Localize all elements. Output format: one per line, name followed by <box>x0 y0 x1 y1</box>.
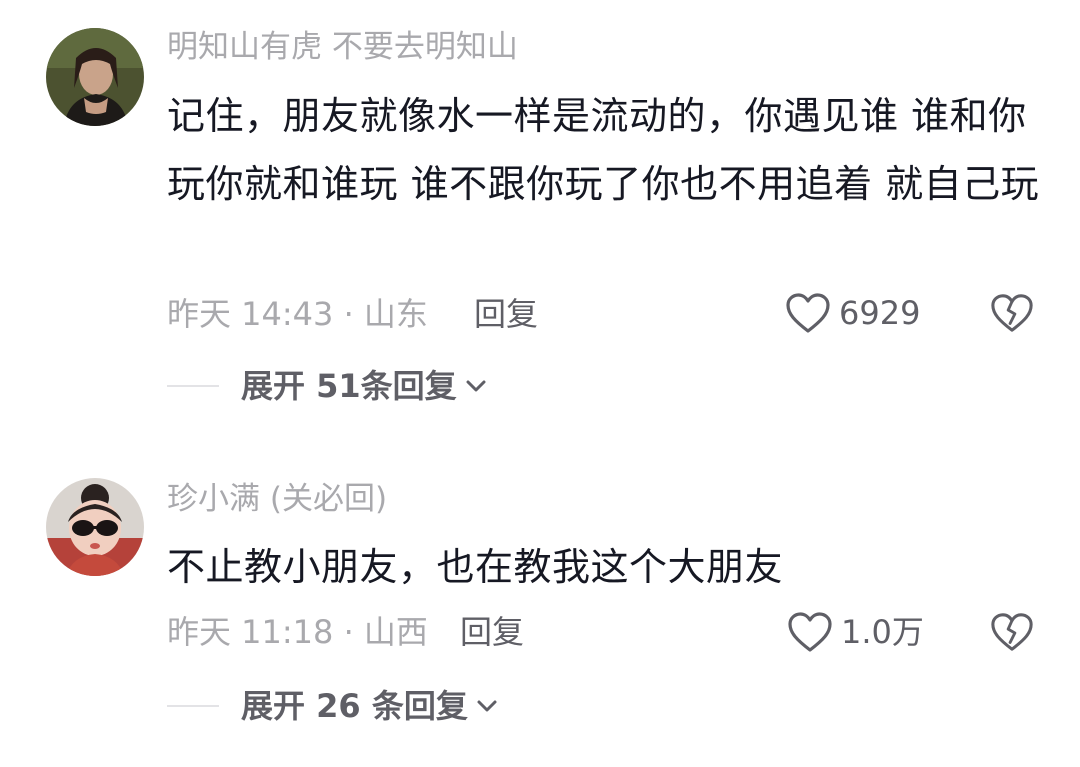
avatar-image <box>46 478 144 576</box>
broken-heart-icon <box>991 613 1033 651</box>
comment-text: 记住，朋友就像水一样是流动的，你遇见谁 谁和你玩你就和谁玩 谁不跟你玩了你也不用… <box>167 94 1040 206</box>
avatar[interactable] <box>46 478 144 576</box>
comment-username[interactable]: 珍小满 (关必回) <box>167 484 387 515</box>
reply-button[interactable]: 回复 <box>474 298 538 330</box>
chevron-down-icon <box>476 699 498 713</box>
heart-outline-icon <box>786 293 830 333</box>
divider-line <box>167 705 219 707</box>
comment-meta: 昨天 11:18 · 山西 <box>167 613 428 651</box>
avatar-image <box>46 28 144 126</box>
comment-username[interactable]: 明知山有虎 不要去明知山 <box>167 32 518 63</box>
comment-text: 不止教小朋友，也在教我这个大朋友 <box>167 545 784 589</box>
divider-line <box>167 385 219 387</box>
like-button[interactable]: 1.0万 <box>787 611 924 653</box>
expand-replies-button[interactable]: 展开 26 条回复 <box>167 690 498 722</box>
like-count: 1.0万 <box>841 613 924 651</box>
dislike-button[interactable] <box>990 292 1034 334</box>
like-button[interactable]: 6929 <box>785 292 920 334</box>
expand-replies-label: 展开 51条回复 <box>241 367 457 405</box>
reply-button[interactable]: 回复 <box>460 616 524 648</box>
avatar[interactable] <box>46 28 144 126</box>
broken-heart-icon <box>991 294 1033 332</box>
expand-replies-label: 展开 26 条回复 <box>241 687 468 725</box>
like-count: 6929 <box>839 294 921 332</box>
expand-replies-button[interactable]: 展开 51条回复 <box>167 370 487 402</box>
chevron-down-icon <box>465 379 487 393</box>
dislike-button[interactable] <box>990 611 1034 653</box>
comment-meta: 昨天 14:43 · 山东 <box>167 295 428 333</box>
heart-outline-icon <box>788 612 832 652</box>
